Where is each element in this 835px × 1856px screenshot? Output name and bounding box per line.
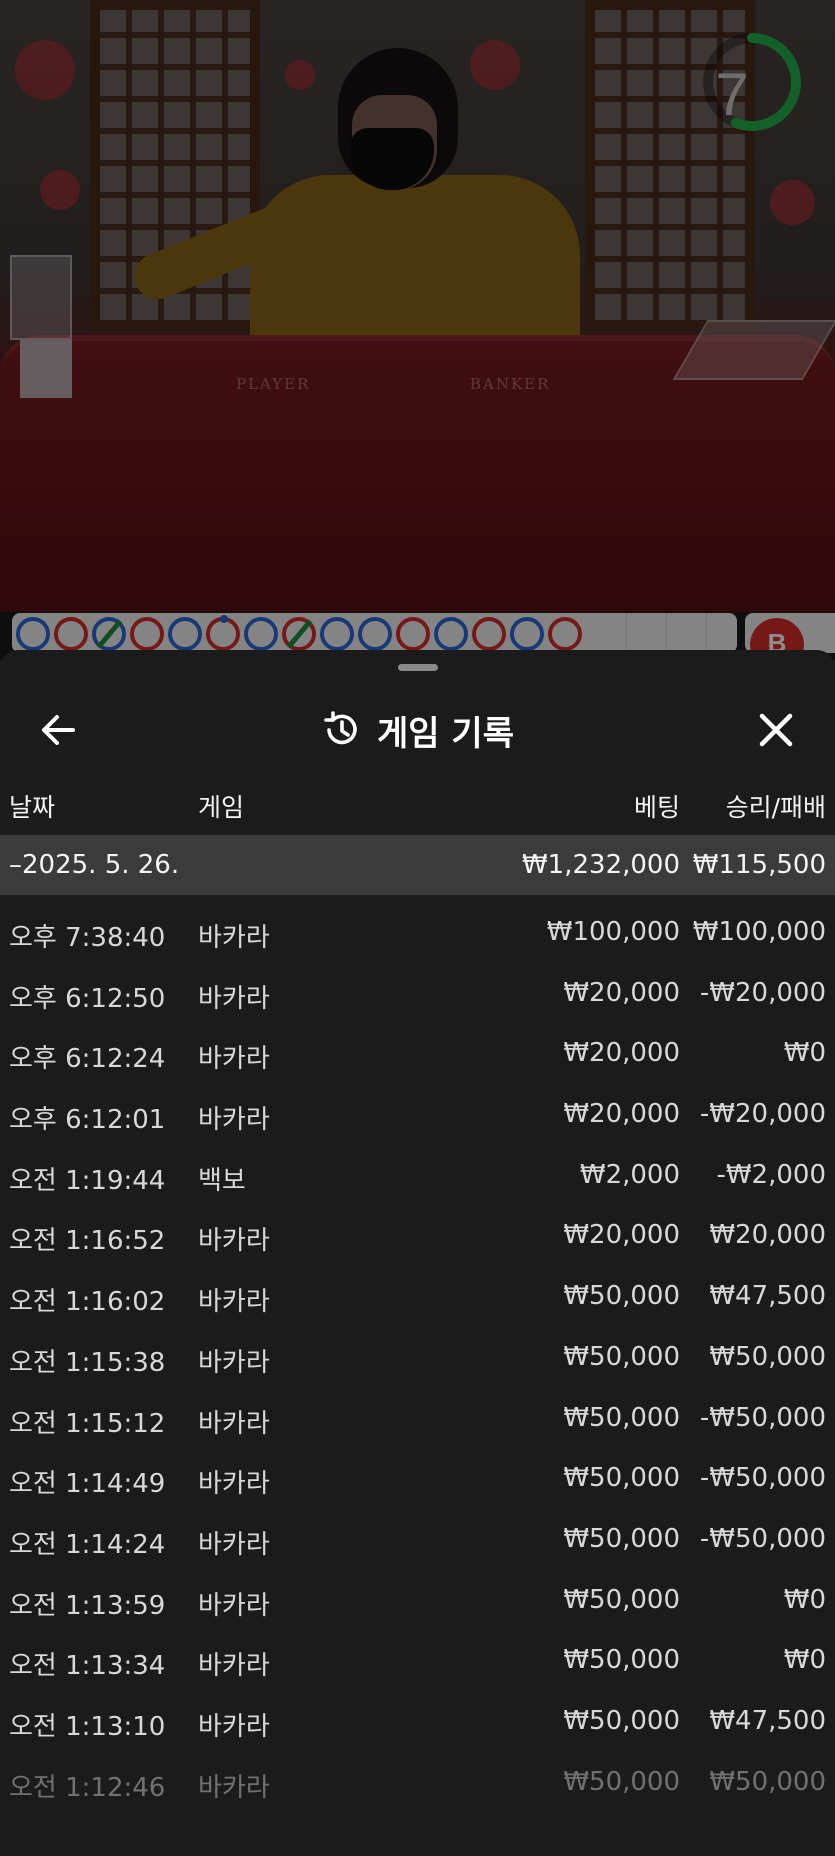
close-icon (759, 713, 793, 747)
history-row[interactable]: 오전 1:13:34 바카라 ₩50,000 ₩0 (0, 1628, 835, 1689)
row-game: 바카라 (198, 1347, 270, 1378)
row-result: ₩47,500 (709, 1281, 826, 1312)
history-row[interactable]: 오전 1:19:44 백보 ₩2,000 -₩2,000 (0, 1143, 835, 1204)
column-header-row: 날짜 게임 베팅 승리/패배 (0, 778, 835, 828)
row-result: -₩50,000 (699, 1463, 826, 1494)
row-time: 오전 1:14:24 (9, 1529, 166, 1560)
history-row[interactable]: 오전 1:14:24 바카라 ₩50,000 -₩50,000 (0, 1507, 835, 1568)
row-result: ₩0 (783, 1584, 826, 1615)
row-game: 바카라 (198, 1408, 270, 1439)
row-time: 오전 1:13:10 (9, 1711, 166, 1742)
row-result: -₩50,000 (699, 1523, 826, 1554)
row-bet: ₩50,000 (563, 1705, 680, 1736)
history-row[interactable]: 오전 1:13:10 바카라 ₩50,000 ₩47,500 (0, 1689, 835, 1750)
row-result: ₩47,500 (709, 1705, 826, 1736)
history-list[interactable]: 오후 7:38:40 바카라 ₩100,000 ₩100,000 오후 6:12:50… (0, 900, 835, 1810)
row-time: 오후 6:12:24 (9, 1044, 166, 1075)
column-date: 날짜 (9, 793, 56, 822)
overlay-dim[interactable] (0, 0, 835, 660)
row-game: 바카라 (198, 1529, 270, 1560)
row-time: 오전 1:15:12 (9, 1408, 166, 1439)
row-bet: ₩50,000 (563, 1645, 680, 1676)
game-history-sheet: 게임 기록 날짜 게임 베팅 승리/패배 –2025. 5. 26. ₩1,23… (0, 650, 835, 1856)
row-bet: ₩50,000 (563, 1281, 680, 1312)
row-bet: ₩50,000 (563, 1402, 680, 1433)
sheet-header: 게임 기록 (0, 690, 835, 770)
row-result: ₩0 (783, 1038, 826, 1069)
row-result: ₩0 (783, 1645, 826, 1676)
arrow-left-icon (42, 715, 75, 745)
history-row[interactable]: 오전 1:16:02 바카라 ₩50,000 ₩47,500 (0, 1264, 835, 1325)
row-time: 오전 1:19:44 (9, 1165, 166, 1196)
row-result: -₩20,000 (699, 1099, 826, 1130)
history-row[interactable]: 오후 7:38:40 바카라 ₩100,000 ₩100,000 (0, 900, 835, 961)
row-time: 오후 6:12:50 (9, 983, 166, 1014)
row-bet: ₩50,000 (563, 1463, 680, 1494)
row-game: 바카라 (198, 1469, 270, 1500)
row-bet: ₩2,000 (579, 1159, 680, 1190)
row-result: ₩50,000 (709, 1766, 826, 1797)
column-bet: 베팅 (633, 793, 680, 822)
column-game: 게임 (198, 793, 245, 822)
history-row[interactable]: 오후 6:12:50 바카라 ₩20,000 -₩20,000 (0, 961, 835, 1022)
column-result: 승리/패배 (725, 793, 826, 822)
row-game: 바카라 (198, 1711, 270, 1742)
row-time: 오전 1:16:52 (9, 1226, 166, 1257)
row-game: 바카라 (198, 983, 270, 1014)
row-game: 바카라 (198, 1590, 270, 1621)
row-time: 오전 1:13:59 (9, 1590, 166, 1621)
history-row[interactable]: 오전 1:15:38 바카라 ₩50,000 ₩50,000 (0, 1325, 835, 1386)
history-row[interactable]: 오전 1:14:49 바카라 ₩50,000 -₩50,000 (0, 1446, 835, 1507)
summary-result: ₩115,500 (692, 850, 826, 880)
row-bet: ₩50,000 (563, 1766, 680, 1797)
row-bet: ₩20,000 (563, 1220, 680, 1251)
row-time: 오전 1:15:38 (9, 1347, 166, 1378)
row-game: 바카라 (198, 1287, 270, 1318)
row-game: 바카라 (198, 1772, 270, 1803)
row-result: -₩2,000 (716, 1159, 826, 1190)
row-bet: ₩20,000 (563, 1099, 680, 1130)
row-time: 오전 1:14:49 (9, 1469, 166, 1500)
history-icon (324, 711, 357, 745)
row-time: 오전 1:16:02 (9, 1287, 166, 1318)
row-result: -₩20,000 (699, 977, 826, 1008)
row-time: 오후 7:38:40 (9, 923, 166, 953)
row-bet: ₩50,000 (563, 1584, 680, 1615)
history-row[interactable]: 오후 6:12:24 바카라 ₩20,000 ₩0 (0, 1021, 835, 1082)
row-result: -₩50,000 (699, 1402, 826, 1433)
row-bet: ₩20,000 (563, 1038, 680, 1069)
row-bet: ₩50,000 (563, 1341, 680, 1372)
sheet-title-group: 게임 기록 (0, 690, 835, 770)
row-game: 바카라 (198, 923, 270, 953)
day-summary-row[interactable]: –2025. 5. 26. ₩1,232,000 ₩115,500 (0, 835, 835, 895)
row-bet: ₩20,000 (563, 977, 680, 1008)
drag-handle[interactable] (398, 664, 438, 671)
row-bet: ₩50,000 (563, 1523, 680, 1554)
sheet-title: 게임 기록 (377, 713, 514, 754)
row-time: 오전 1:12:46 (9, 1772, 166, 1803)
row-result: ₩20,000 (709, 1220, 826, 1251)
summary-bet: ₩1,232,000 (521, 850, 680, 880)
row-game: 바카라 (198, 1651, 270, 1682)
history-row[interactable]: 오전 1:15:12 바카라 ₩50,000 -₩50,000 (0, 1386, 835, 1447)
row-result: ₩50,000 (709, 1341, 826, 1372)
summary-date: –2025. 5. 26. (9, 850, 180, 880)
row-bet: ₩100,000 (546, 917, 680, 947)
history-row[interactable]: 오전 1:16:52 바카라 ₩20,000 ₩20,000 (0, 1203, 835, 1264)
close-button[interactable] (746, 700, 806, 760)
history-row[interactable]: 오후 6:12:01 바카라 ₩20,000 -₩20,000 (0, 1082, 835, 1143)
history-row[interactable]: 오전 1:12:46 바카라 ₩50,000 ₩50,000 (0, 1750, 835, 1811)
row-game: 바카라 (198, 1226, 270, 1257)
row-game: 바카라 (198, 1105, 270, 1136)
row-time: 오후 6:12:01 (9, 1105, 166, 1136)
row-game: 바카라 (198, 1044, 270, 1075)
row-result: ₩100,000 (692, 917, 826, 947)
back-button[interactable] (28, 700, 88, 760)
history-row[interactable]: 오전 1:13:59 바카라 ₩50,000 ₩0 (0, 1568, 835, 1629)
row-game: 백보 (198, 1165, 246, 1196)
row-time: 오전 1:13:34 (9, 1651, 166, 1682)
